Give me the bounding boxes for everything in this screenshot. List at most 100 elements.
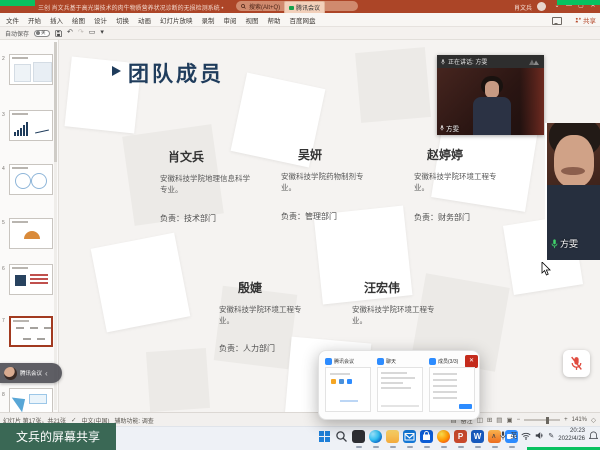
collapse-chevron-icon[interactable]: ‹	[45, 369, 48, 378]
save-icon[interactable]	[55, 30, 62, 37]
tray-mic-icon[interactable]	[500, 431, 506, 440]
person-body	[473, 97, 511, 135]
running-indicator	[373, 446, 379, 448]
window-preview-chat[interactable]: 聊天	[377, 356, 423, 414]
slide-thumbnail[interactable]	[9, 264, 53, 295]
slide-thumbnail[interactable]	[9, 218, 53, 249]
texture-square	[91, 233, 191, 333]
taskbar-clock[interactable]: 20:23 2022/4/26	[558, 428, 585, 444]
meeting-side-video-window[interactable]: 方雯	[545, 123, 600, 260]
preview-thumbnail[interactable]	[377, 367, 423, 412]
share-button-label: 共享	[583, 15, 596, 25]
tab-view[interactable]: 视图	[246, 15, 259, 25]
thumbnail-art	[14, 64, 31, 82]
undo-icon[interactable]: ↶	[67, 29, 73, 37]
thumbnail-art	[15, 275, 26, 286]
ime-indicator[interactable]: 英	[510, 431, 517, 441]
firefox-icon[interactable]	[437, 430, 450, 443]
preview-title: 腾讯会议	[334, 358, 354, 365]
thumbnail-art	[15, 173, 31, 189]
qat-dropdown-icon[interactable]: ▾	[100, 29, 104, 37]
tab-animations[interactable]: 动画	[138, 15, 151, 25]
slide-thumbnail[interactable]	[9, 164, 53, 195]
running-indicator	[492, 446, 498, 448]
ribbon-tab-row: 文件 开始 插入 绘图 设计 切换 动画 幻灯片放映 录制 审阅 视图 帮助 百…	[0, 13, 600, 27]
autosave-toggle[interactable]: 关	[34, 30, 50, 37]
running-indicator	[475, 446, 481, 448]
tab-file[interactable]: 文件	[6, 15, 19, 25]
edge-icon[interactable]	[369, 430, 382, 443]
slide-thumbnail-selected[interactable]	[9, 316, 53, 347]
search-placeholder: 搜索(Alt+Q)	[249, 2, 280, 11]
tab-home[interactable]: 开始	[28, 15, 41, 25]
taskbar-search-icon[interactable]	[335, 430, 348, 443]
zoom-slider-handle[interactable]	[546, 417, 549, 424]
slide-sorter-view-icon[interactable]: ⊞	[487, 416, 492, 424]
tab-insert[interactable]: 插入	[50, 15, 63, 25]
account-name[interactable]: 肖文兵	[514, 3, 532, 12]
wifi-icon[interactable]	[521, 432, 531, 440]
preview-thumbnail[interactable]	[429, 367, 475, 412]
pen-icon[interactable]: ✎	[548, 432, 554, 440]
search-icon	[241, 4, 246, 9]
clock-date: 2022/4/26	[558, 436, 585, 444]
word-icon[interactable]: W	[471, 430, 484, 443]
video-name-label: 方雯	[440, 123, 459, 133]
account-avatar[interactable]	[537, 2, 546, 11]
volume-icon[interactable]	[535, 431, 544, 440]
mail-icon[interactable]	[403, 430, 416, 443]
tab-transitions[interactable]: 切换	[116, 15, 129, 25]
member-desc: 安徽科技学院药物制剂专业。	[281, 172, 371, 193]
tab-baidu-netdisk[interactable]: 百度网盘	[290, 15, 316, 25]
notification-bell-icon[interactable]	[589, 431, 598, 441]
thumbnail-number: 5	[2, 220, 5, 226]
tab-design[interactable]: 设计	[94, 15, 107, 25]
preview-art	[381, 405, 419, 407]
thumbnail-number: 2	[2, 56, 5, 62]
zoom-out-button[interactable]: −	[517, 417, 521, 423]
thumbnail-art	[12, 57, 28, 59]
zoom-slider[interactable]	[524, 419, 560, 421]
thumbnail-art	[37, 338, 45, 340]
tab-draw[interactable]: 绘图	[72, 15, 85, 25]
running-indicator	[390, 446, 396, 448]
powerpoint-icon[interactable]: P	[454, 430, 467, 443]
taskbar-icons: P W	[318, 430, 518, 443]
start-slideshow-icon[interactable]: ▭	[89, 29, 96, 37]
tab-help[interactable]: 帮助	[268, 15, 281, 25]
window-preview-meeting[interactable]: 腾讯会议	[325, 356, 371, 414]
thumbnail-scrollbar-thumb[interactable]	[54, 42, 57, 162]
member-desc: 安徽科技学院环境工程专业。	[219, 305, 315, 326]
store-icon[interactable]	[420, 430, 433, 443]
chat-window-icon	[377, 358, 384, 365]
dark-app-icon[interactable]	[352, 430, 365, 443]
tab-slideshow[interactable]: 幻灯片放映	[160, 15, 193, 25]
preview-art	[381, 372, 407, 374]
start-button-icon[interactable]	[318, 430, 331, 443]
member-desc: 安徽科技学院地理信息科学专业。	[160, 174, 256, 195]
slide-thumbnail[interactable]	[9, 54, 53, 85]
preview-thumbnail[interactable]	[325, 367, 371, 412]
slide-thumbnail[interactable]	[9, 110, 53, 141]
slide-thumbnail[interactable]	[9, 388, 53, 412]
slideshow-view-icon[interactable]: ▣	[506, 416, 512, 424]
member-name: 赵婷婷	[427, 146, 463, 163]
meeting-speaker-window[interactable]: 正在讲话: 方雯 方雯	[437, 55, 544, 135]
zoom-level[interactable]: 141%	[572, 417, 587, 423]
zoom-in-button[interactable]: +	[564, 417, 568, 423]
share-button[interactable]: 共享	[575, 15, 596, 25]
tab-review[interactable]: 审阅	[224, 15, 237, 25]
slide-title-bullet-icon	[112, 66, 121, 76]
thumbnail-art	[16, 327, 24, 329]
meeting-floating-bar[interactable]: 腾讯会议 ‹	[0, 363, 62, 383]
window-preview-members[interactable]: 成员(3/3) ✕	[429, 356, 475, 414]
tab-record[interactable]: 录制	[202, 15, 215, 25]
accessibility-status[interactable]: 辅助功能: 调查	[114, 416, 153, 425]
file-explorer-icon[interactable]	[386, 430, 399, 443]
mic-muted-indicator[interactable]	[563, 350, 590, 377]
fit-slide-icon[interactable]: ◇	[591, 416, 596, 424]
floating-bar-label: 腾讯会议	[20, 369, 42, 377]
comment-icon[interactable]	[552, 17, 562, 25]
reading-view-icon[interactable]: ▤	[496, 416, 502, 424]
tray-chevron-icon[interactable]: ∧	[491, 432, 496, 440]
